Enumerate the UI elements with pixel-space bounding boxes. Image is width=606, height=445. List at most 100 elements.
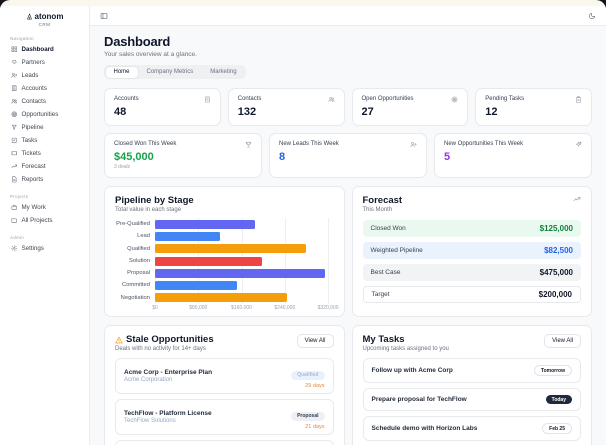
stat-label: New Leads This Week [279, 141, 339, 147]
sidebar-item-label: Reports [21, 176, 44, 183]
sidebar-item-label: Tasks [21, 137, 38, 144]
stat-card-accounts: Accounts 48 [104, 88, 221, 126]
days-stale: 21 days [305, 424, 325, 430]
user-plus-icon [11, 73, 18, 78]
sidebar-item-pipeline[interactable]: Pipeline [8, 122, 81, 133]
forecast-title: Forecast [362, 195, 403, 206]
panel-left-icon[interactable] [100, 12, 108, 20]
ticket-icon [11, 151, 17, 156]
sidebar-item-my-work[interactable]: My Work [8, 202, 81, 213]
forecast-subtitle: This Month [362, 207, 393, 213]
forecast-label: Weighted Pipeline [370, 247, 423, 254]
brand-tag: CRM [38, 22, 51, 27]
stat-label: Accounts [114, 96, 139, 102]
opportunity-name: TechFlow - Platform License [124, 409, 212, 417]
topbar [90, 6, 606, 26]
my-tasks-card: My Tasks Upcoming tasks assigned to you … [351, 325, 592, 445]
days-stale: 29 days [305, 383, 325, 389]
stat-label: Pending Tasks [485, 96, 525, 102]
sidebar-item-dashboard[interactable]: Dashboard [8, 44, 81, 55]
sidebar-item-contacts[interactable]: Contacts [8, 96, 81, 107]
task-name: Schedule demo with Horizon Labs [371, 425, 478, 432]
sparkles-icon [576, 141, 582, 147]
stat-card-pending-tasks: Pending Tasks 12 [475, 88, 592, 126]
stat-label: New Opportunities This Week [444, 141, 524, 147]
view-all-button[interactable]: View All [544, 334, 581, 348]
chart-category-label: Negotiation [120, 294, 150, 301]
task-row[interactable]: Prepare proposal for TechFlow Today [362, 388, 581, 411]
chart-bar [155, 256, 263, 266]
clipboard-icon [576, 96, 581, 103]
trending-up-icon [11, 164, 17, 169]
sidebar-item-leads[interactable]: Leads [8, 70, 81, 81]
chart-bar [155, 268, 326, 278]
trophy-icon [245, 141, 252, 148]
stat-value: 48 [114, 106, 127, 118]
file-text-icon [12, 176, 17, 183]
sidebar-item-accounts[interactable]: Accounts [8, 83, 81, 94]
opportunity-name: Acme Corp - Enterprise Plan [124, 368, 213, 376]
sidebar-item-label: My Work [21, 204, 46, 211]
moon-icon[interactable] [588, 12, 596, 20]
sidebar-item-label: Leads [21, 72, 39, 79]
grid-icon [11, 46, 17, 53]
forecast-row-weighted-pipeline: Weighted Pipeline $82,500 [362, 242, 581, 259]
chart-bar [155, 293, 287, 303]
task-row[interactable]: Follow up with Acme Corp Tomorrow [362, 358, 581, 383]
sidebar-item-tickets[interactable]: Tickets [8, 148, 81, 159]
forecast-value: $200,000 [538, 290, 572, 299]
pipeline-bar-chart: Pre-Qualified Lead Qualified Solution Pr… [115, 218, 334, 305]
stat-value: 8 [279, 151, 286, 163]
nav-section-label: Admin [10, 235, 25, 240]
users-icon [11, 99, 17, 104]
stat-card-closed-won-week: Closed Won This Week $45,000 3 deals [104, 133, 262, 178]
sidebar-item-settings[interactable]: Settings [8, 243, 81, 254]
stat-value: 132 [237, 106, 257, 118]
forecast-label: Best Case [370, 269, 401, 276]
target-icon [11, 111, 17, 118]
task-row[interactable]: Schedule demo with Horizon Labs Feb 25 [362, 416, 581, 441]
sidebar-item-label: Dashboard [21, 46, 54, 53]
forecast-card: Forecast This Month Closed Won $125,000 [351, 186, 592, 317]
forecast-label: Closed Won [370, 225, 406, 232]
view-all-button[interactable]: View All [296, 334, 334, 348]
sidebar-item-all-projects[interactable]: All Projects [8, 215, 81, 226]
sidebar-item-partners[interactable]: Partners [8, 57, 81, 68]
stat-value: $45,000 [114, 151, 154, 163]
gear-icon [11, 245, 18, 252]
stat-card-open-opportunities: Open Opportunities 27 [351, 88, 469, 126]
brand-name: atonom [34, 12, 64, 21]
stale-opportunity-row[interactable]: TechFlow - Platform License TechFlow Sol… [115, 399, 334, 435]
opportunity-company: TechFlow Solutions [124, 418, 176, 425]
sidebar-item-label: All Projects [21, 217, 53, 224]
sidebar-item-tasks[interactable]: Tasks [8, 135, 81, 146]
tab-company-metrics[interactable]: Company Metrics [139, 67, 202, 78]
sidebar-item-label: Pipeline [21, 124, 44, 131]
sidebar-item-label: Tickets [21, 150, 41, 157]
forecast-row-closed-won: Closed Won $125,000 [362, 220, 581, 237]
chart-category-label: Proposal [127, 270, 150, 277]
sidebar-item-label: Forecast [21, 163, 46, 170]
chart-category-label: Pre-Qualified [116, 221, 150, 227]
stale-opportunity-row[interactable]: Acme Corp - Enterprise Plan Acme Corpora… [115, 358, 334, 394]
chart-subtitle: Total value in each stage [115, 207, 182, 213]
sidebar-item-reports[interactable]: Reports [8, 174, 81, 185]
due-badge: Feb 25 [542, 423, 572, 434]
page-subtitle: Your sales overview at a glance. [104, 51, 197, 58]
logo-icon [26, 13, 32, 20]
stat-label: Open Opportunities [361, 96, 414, 102]
dashboard-tabs: Home Company Metrics Marketing [104, 65, 247, 79]
due-badge: Tomorrow [533, 365, 572, 376]
sidebar-item-label: Opportunities [21, 111, 59, 118]
stale-opportunity-row[interactable]: Pinnacle - Annual Subscription Pinnacle … [115, 440, 334, 445]
tab-home[interactable]: Home [105, 66, 138, 78]
stats-row: Accounts 48 Contacts 132 Open Opportunit… [104, 88, 592, 126]
stat-card-new-leads-week: New Leads This Week 8 [269, 133, 427, 178]
weekly-row: Closed Won This Week $45,000 3 deals New… [104, 133, 592, 178]
funnel-icon [11, 125, 17, 130]
sidebar-item-opportunities[interactable]: Opportunities [8, 109, 81, 120]
tab-marketing[interactable]: Marketing [202, 67, 244, 78]
briefcase-icon [11, 205, 17, 210]
alert-triangle-icon [115, 336, 123, 343]
sidebar-item-forecast[interactable]: Forecast [8, 161, 81, 172]
